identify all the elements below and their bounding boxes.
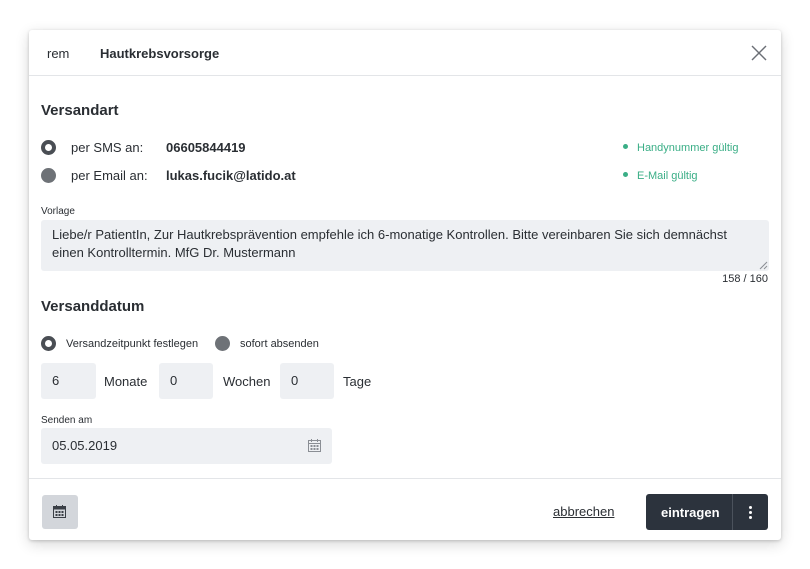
- send-now-label: sofort absenden: [240, 338, 319, 350]
- months-input[interactable]: 6: [41, 363, 96, 399]
- calendar-icon: [53, 505, 66, 518]
- weeks-input[interactable]: 0: [159, 363, 213, 399]
- send-on-date-input[interactable]: 05.05.2019: [41, 428, 332, 464]
- radio-schedule[interactable]: [41, 336, 56, 351]
- resize-grip-icon[interactable]: [759, 261, 768, 270]
- email-status: E-Mail gültig: [623, 170, 698, 182]
- submit-button[interactable]: eintragen: [661, 505, 720, 520]
- sms-status: Handynummer gültig: [623, 142, 739, 154]
- section-title-versanddatum: Versanddatum: [41, 298, 145, 315]
- header-code: rem: [47, 46, 70, 61]
- schedule-label: Versandzeitpunkt festlegen: [66, 338, 199, 350]
- vorlage-label: Vorlage: [41, 206, 75, 217]
- vorlage-textarea[interactable]: Liebe/r PatientIn, Zur Hautkrebspräventi…: [41, 220, 769, 271]
- submit-button-group: eintragen: [646, 494, 768, 530]
- radio-send-now[interactable]: [215, 336, 230, 351]
- email-address: lukas.fucik@latido.at: [166, 168, 296, 183]
- section-title-versandart: Versandart: [41, 102, 119, 119]
- weeks-label: Wochen: [223, 374, 271, 389]
- sms-label: per SMS an:: [71, 140, 144, 155]
- status-dot-icon: [623, 143, 628, 149]
- dialog-header: rem Hautkrebsvorsorge: [29, 30, 781, 76]
- dialog: rem Hautkrebsvorsorge Versandart per SMS…: [29, 30, 781, 540]
- send-on-label: Senden am: [41, 415, 93, 426]
- dialog-title: Hautkrebsvorsorge: [100, 46, 220, 61]
- more-options-icon[interactable]: [733, 494, 768, 530]
- calendar-icon[interactable]: [308, 439, 321, 452]
- character-counter: 158 / 160: [722, 273, 768, 285]
- close-icon[interactable]: [749, 43, 769, 63]
- dialog-footer: abbrechen eintragen: [29, 478, 781, 540]
- cancel-link[interactable]: abbrechen: [553, 504, 614, 519]
- days-label: Tage: [343, 374, 372, 389]
- status-dot-icon: [623, 171, 628, 177]
- months-label: Monate: [104, 374, 148, 389]
- radio-sms[interactable]: [41, 140, 56, 155]
- send-on-date-value: 05.05.2019: [52, 438, 118, 453]
- sms-number: 06605844419: [166, 140, 246, 155]
- radio-email[interactable]: [41, 168, 56, 183]
- days-input[interactable]: 0: [280, 363, 334, 399]
- calendar-button[interactable]: [42, 495, 78, 529]
- email-label: per Email an:: [71, 168, 148, 183]
